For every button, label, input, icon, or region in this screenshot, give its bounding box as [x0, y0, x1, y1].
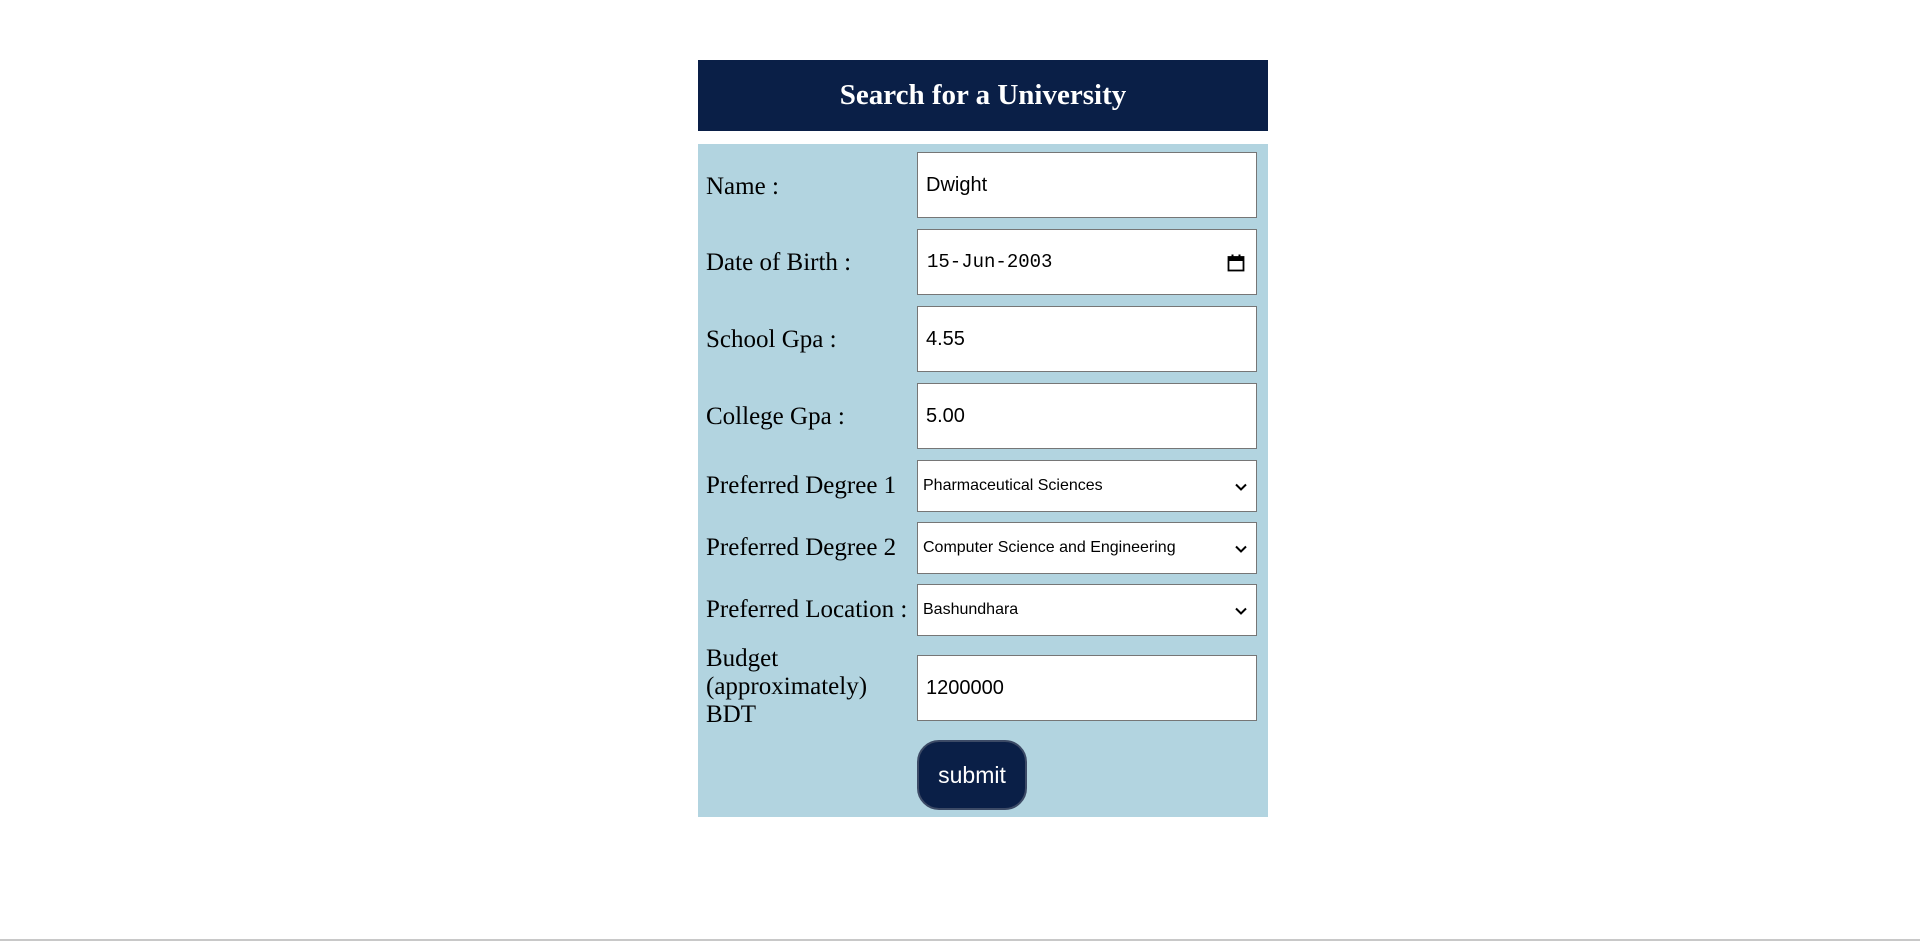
submit-label: submit [938, 761, 1006, 788]
degree2-select[interactable]: Computer Science and Engineering [917, 522, 1257, 574]
degree1-label: Preferred Degree 1 [706, 472, 897, 499]
dob-label: Date of Birth : [706, 249, 852, 276]
location-label: Preferred Location : [706, 596, 908, 623]
college-gpa-label: College Gpa : [706, 403, 845, 430]
degree1-row: Preferred Degree 1 Pharmaceutical Scienc… [698, 460, 1268, 512]
name-input[interactable] [917, 152, 1257, 218]
budget-label: Budget (approximately) BDT [706, 645, 868, 728]
location-selected: Bashundhara [923, 601, 1019, 618]
degree2-row: Preferred Degree 2 Computer Science and … [698, 522, 1268, 574]
search-form: Name : Date of Birth : 15-Jun-2003 Schoo… [698, 144, 1268, 817]
school-gpa-row: School Gpa : [698, 306, 1268, 372]
chevron-down-icon [1235, 545, 1247, 553]
degree2-label: Preferred Degree 2 [706, 534, 897, 561]
location-select[interactable]: Bashundhara [917, 584, 1257, 636]
dob-value: 15-Jun-2003 [927, 251, 1053, 273]
dob-row: Date of Birth : 15-Jun-2003 [698, 229, 1268, 295]
chevron-down-icon [1235, 607, 1247, 615]
school-gpa-label: School Gpa : [706, 326, 837, 353]
college-gpa-row: College Gpa : [698, 383, 1268, 449]
page-header: Search for a University [698, 60, 1268, 131]
calendar-icon[interactable] [1227, 254, 1245, 272]
name-row: Name : [698, 152, 1268, 218]
dob-input[interactable]: 15-Jun-2003 [917, 229, 1257, 295]
location-row: Preferred Location : Bashundhara [698, 584, 1268, 636]
budget-input[interactable] [917, 655, 1257, 721]
degree1-selected: Pharmaceutical Sciences [923, 477, 1103, 494]
chevron-down-icon [1235, 483, 1247, 491]
page-title: Search for a University [839, 79, 1127, 111]
page: Search for a University Name : Date of B… [0, 0, 1920, 941]
degree2-selected: Computer Science and Engineering [923, 539, 1176, 556]
name-label: Name : [706, 173, 779, 200]
submit-button[interactable]: submit [917, 740, 1027, 810]
budget-row: Budget (approximately) BDT [698, 645, 1268, 735]
degree1-select[interactable]: Pharmaceutical Sciences [917, 460, 1257, 512]
school-gpa-input[interactable] [917, 306, 1257, 372]
college-gpa-input[interactable] [917, 383, 1257, 449]
